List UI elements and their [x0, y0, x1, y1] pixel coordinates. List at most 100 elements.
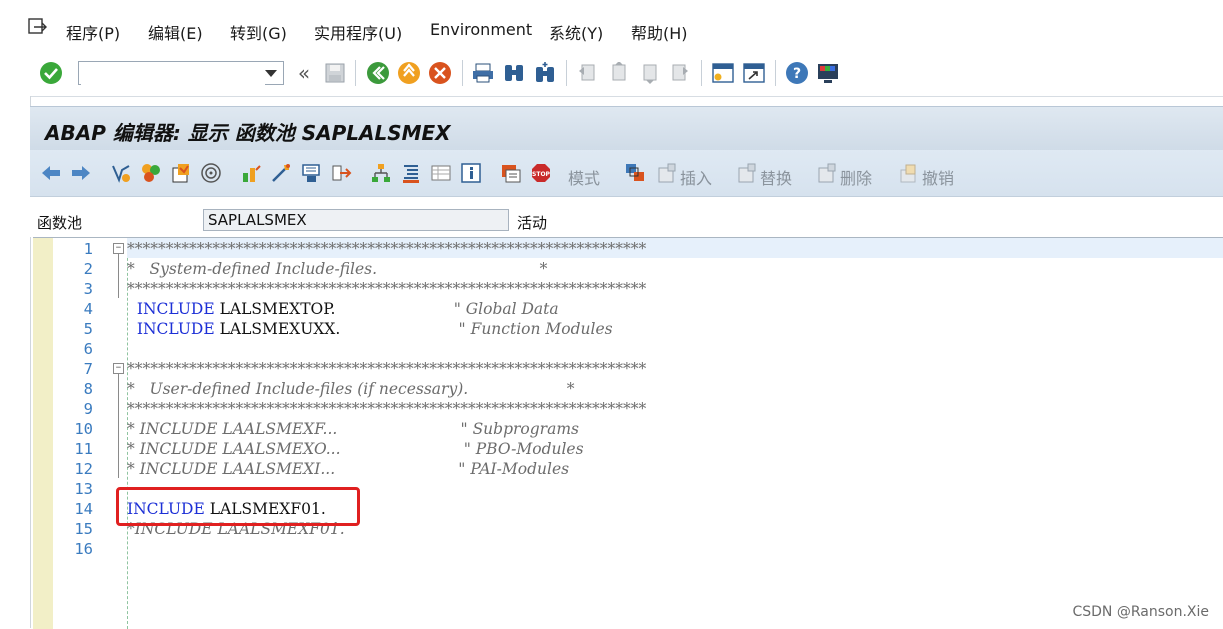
application-toolbar: STOP 模式 插入 替换 删除 撤销 — [30, 150, 1223, 197]
code-line[interactable]: * INCLUDE LAALSMEXI... " PAI-Modules — [127, 459, 569, 479]
new-session-button[interactable] — [710, 60, 736, 86]
code-area[interactable]: ****************************************… — [127, 238, 1223, 629]
code-line[interactable]: * System-defined Include-files. * — [127, 259, 547, 279]
line-number: 13 — [74, 480, 93, 498]
other-object-icon[interactable] — [110, 162, 132, 184]
command-input[interactable] — [81, 63, 265, 85]
breakpoint-gutter[interactable] — [33, 238, 54, 629]
breakpoint-icon[interactable] — [500, 162, 522, 184]
code-comment: " Global Data — [453, 300, 559, 318]
code-line[interactable]: ****************************************… — [127, 239, 646, 259]
left-strip — [0, 96, 31, 628]
exit-button[interactable] — [396, 60, 422, 86]
line-number: 10 — [74, 420, 93, 438]
navigate-icon[interactable] — [330, 162, 352, 184]
menu-program[interactable]: 程序(P) — [66, 20, 120, 44]
pretty-printer-icon[interactable] — [400, 162, 422, 184]
undo-icon[interactable] — [898, 162, 920, 184]
find-button[interactable] — [501, 60, 527, 86]
code-comment: " Function Modules — [458, 320, 613, 338]
menu-environment[interactable]: Environment — [430, 20, 532, 39]
chevron-down-icon[interactable] — [265, 70, 277, 77]
test-icon[interactable] — [270, 162, 292, 184]
enter-button[interactable] — [38, 60, 64, 86]
command-field[interactable] — [78, 61, 284, 85]
prev-page-icon[interactable] — [605, 60, 631, 86]
function-pool-field[interactable]: SAPLALSMEX — [203, 209, 509, 231]
last-page-icon[interactable] — [667, 60, 693, 86]
cancel-button[interactable] — [427, 60, 453, 86]
pattern-icon[interactable] — [430, 162, 452, 184]
replace-icon[interactable] — [736, 162, 758, 184]
code-line[interactable]: INCLUDE LALSMEXTOP. " Global Data — [127, 299, 559, 319]
line-number: 1 — [83, 240, 93, 258]
forward-arrow-icon[interactable] — [70, 162, 92, 184]
help-button[interactable]: ? — [784, 60, 810, 86]
line-number: 9 — [83, 400, 93, 418]
fold-toggle-icon[interactable]: − — [113, 243, 124, 254]
find-icon — [505, 65, 523, 81]
menu-help[interactable]: 帮助(H) — [631, 20, 688, 44]
shortcut-button[interactable] — [741, 60, 767, 86]
print-icon — [473, 63, 493, 83]
customize-button[interactable] — [815, 60, 841, 86]
menu-toggle-icon[interactable] — [28, 18, 48, 36]
code-text: LALSMEXUXX. — [214, 320, 459, 338]
mode-label[interactable]: 模式 — [568, 165, 600, 189]
insert-label[interactable]: 插入 — [680, 165, 712, 189]
activate-icon[interactable] — [240, 162, 262, 184]
line-number: 16 — [74, 540, 93, 558]
back-arrow-icon[interactable] — [40, 162, 62, 184]
code-keyword: INCLUDE — [127, 300, 215, 318]
watermark: CSDN @Ranson.Xie — [1072, 604, 1209, 620]
first-page-icon[interactable] — [574, 60, 600, 86]
code-comment: ****************************************… — [127, 400, 647, 418]
menu-edit[interactable]: 编辑(E) — [148, 20, 203, 44]
code-line[interactable]: ****************************************… — [127, 359, 646, 379]
check-syntax-icon[interactable] — [200, 162, 222, 184]
fold-gutter: − − — [97, 238, 128, 629]
menu-system[interactable]: 系统(Y) — [549, 20, 603, 44]
where-used-icon[interactable] — [300, 162, 322, 184]
find-next-icon — [536, 62, 554, 82]
code-line[interactable]: ****************************************… — [127, 399, 646, 419]
info-icon[interactable] — [460, 162, 482, 184]
line-number: 11 — [74, 440, 93, 458]
stop-icon[interactable]: STOP — [530, 162, 552, 184]
code-line[interactable]: * INCLUDE LAALSMEXO... " PBO-Modules — [127, 439, 584, 459]
object-list-icon[interactable] — [370, 162, 392, 184]
active-inactive-icon[interactable] — [170, 162, 192, 184]
insert-icon[interactable] — [656, 162, 678, 184]
fold-toggle-icon[interactable]: − — [113, 363, 124, 374]
back-double-icon[interactable]: « — [291, 60, 317, 86]
code-editor[interactable]: 1 2 3 4 5 6 7 8 9 10 11 12 13 14 15 16 − − ************… — [33, 237, 1223, 629]
page-title: ABAP 编辑器: 显示 函数池 SAPLALSMEX — [45, 121, 451, 145]
code-line[interactable]: * INCLUDE LAALSMEXF... " Subprograms — [127, 419, 579, 439]
code-line[interactable]: * User-defined Include-files (if necessa… — [127, 379, 574, 399]
back-button[interactable] — [365, 60, 391, 86]
replace-label[interactable]: 替换 — [760, 165, 792, 189]
save-button[interactable] — [322, 60, 348, 86]
hierarchy-icon[interactable] — [624, 162, 646, 184]
menu-goto[interactable]: 转到(G) — [230, 20, 287, 44]
code-line[interactable]: ****************************************… — [127, 279, 646, 299]
display-change-icon[interactable] — [140, 162, 162, 184]
undo-label[interactable]: 撤销 — [922, 165, 954, 189]
code-line[interactable]: INCLUDE LALSMEXUXX. " Function Modules — [127, 319, 613, 339]
line-number: 2 — [83, 260, 93, 278]
delete-label[interactable]: 删除 — [840, 165, 872, 189]
status-text: 活动 — [517, 214, 548, 232]
code-comment: * INCLUDE LAALSMEXO... " PBO-Modules — [127, 440, 584, 458]
customize-icon — [818, 64, 838, 83]
find-next-button[interactable] — [532, 60, 558, 86]
delete-icon[interactable] — [816, 162, 838, 184]
print-button[interactable] — [470, 60, 496, 86]
menu-utilities[interactable]: 实用程序(U) — [314, 20, 402, 44]
highlight-annotation — [116, 487, 360, 526]
help-icon: ? — [786, 62, 808, 84]
code-comment: * User-defined Include-files (if necessa… — [127, 380, 575, 398]
line-number: 5 — [83, 320, 93, 338]
function-pool-label: 函数池 — [37, 214, 83, 232]
line-number: 12 — [74, 460, 93, 478]
next-page-icon[interactable] — [636, 60, 662, 86]
